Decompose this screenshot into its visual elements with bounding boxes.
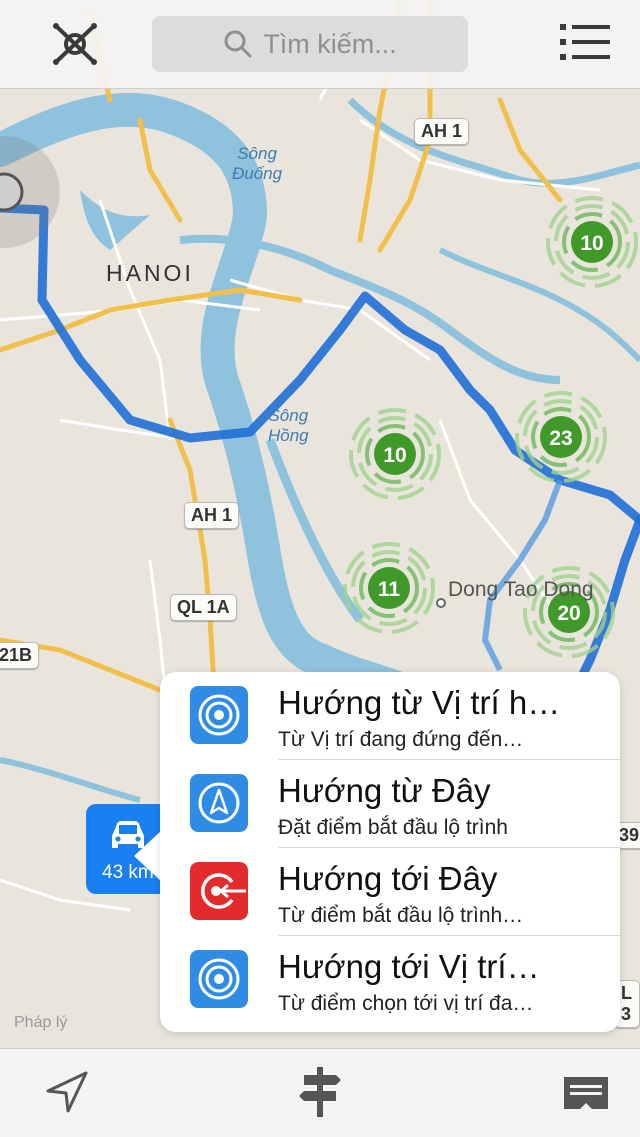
search-placeholder: Tìm kiếm... [263,28,397,59]
legal-link[interactable]: Pháp lý [14,1014,67,1032]
menu-item-directions-from-here[interactable]: Hướng từ Đây Đặt điểm bắt đầu lộ trình [160,760,620,848]
menu-item-title: Hướng tới Đây [278,860,498,897]
popup-pointer [134,830,162,882]
cluster-count: 11 [378,578,401,601]
city-label: HANOI [106,260,194,286]
compass-arrow-icon [190,774,248,832]
menu-item-directions-to-here[interactable]: Hướng tới Đây Từ điểm bắt đầu lộ trình… [160,848,620,936]
cluster-count: 10 [383,444,406,467]
search-input[interactable]: Tìm kiếm... [152,16,468,72]
search-icon [224,30,252,58]
menu-item-directions-from-current[interactable]: Hướng từ Vị trí h… Từ Vị trí đang đứng đ… [160,672,620,760]
cluster-count: 10 [580,232,603,255]
menu-item-title: Hướng từ Đây [278,772,491,809]
location-arrow-icon[interactable] [44,1069,90,1115]
menu-item-directions-to-current[interactable]: Hướng tới Vị trí… Từ điểm chọn tới vị tr… [160,936,620,1024]
road-label-ah1: AH 1 [414,118,470,145]
app-logo-icon[interactable] [50,20,100,68]
town-label: Dong Tao Dong [448,578,594,601]
top-bar: Tìm kiếm... [0,0,640,89]
menu-item-title: Hướng từ Vị trí h… [278,684,561,721]
menu-item-title: Hướng tới Vị trí… [278,948,540,985]
road-label-ql1a: QL 1A [170,594,237,621]
cluster-count: 20 [557,602,580,625]
river-label: Sông Hồng [268,406,309,445]
target-icon [190,950,248,1008]
road-label-21b: 21B [0,642,40,669]
menu-item-subtitle: Từ Vị trí đang đứng đến… [278,728,524,751]
road-label-ah1: AH 1 [184,502,240,529]
cluster-count: 23 [549,427,572,450]
river-label: Sông Đuống [232,144,283,183]
list-menu-icon[interactable] [560,22,610,62]
menu-item-subtitle: Từ điểm bắt đầu lộ trình… [278,904,524,927]
target-arrow-icon [190,862,248,920]
target-icon [190,686,248,744]
bottom-toolbar [0,1048,640,1137]
menu-item-subtitle: Đặt điểm bắt đầu lộ trình [278,816,508,839]
ticket-icon[interactable] [564,1077,608,1109]
menu-item-subtitle: Từ điểm chọn tới vị trí đa… [278,992,534,1015]
signpost-icon[interactable] [298,1067,342,1117]
directions-popup: Hướng từ Vị trí h… Từ Vị trí đang đứng đ… [160,672,620,1032]
